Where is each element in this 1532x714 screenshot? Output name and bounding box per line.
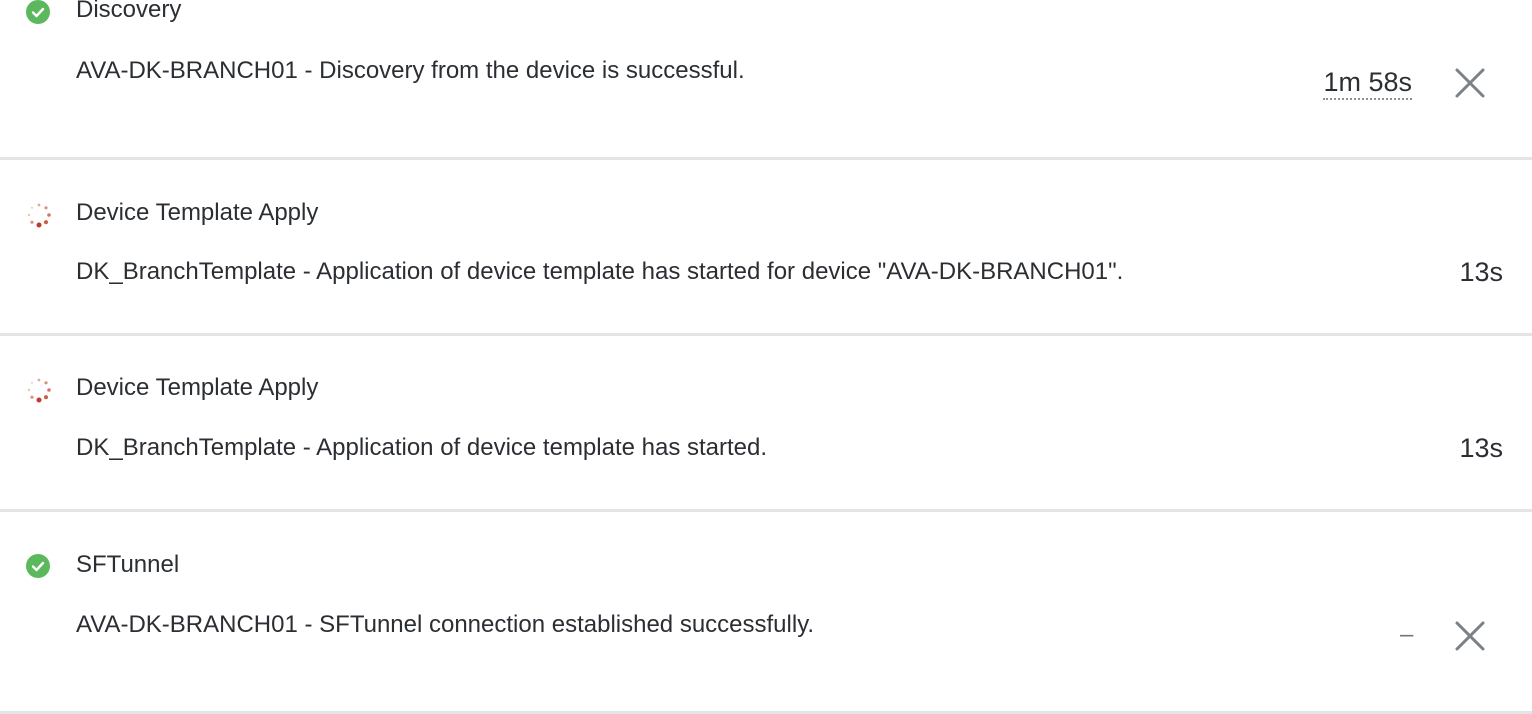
task-duration: –	[1400, 621, 1414, 648]
close-icon	[1452, 65, 1488, 101]
spinner-icon	[26, 377, 51, 403]
task-notification-list: Discovery AVA-DK-BRANCH01 - Discovery fr…	[0, 0, 1532, 714]
task-duration: 13s	[1459, 433, 1503, 463]
task-message: AVA-DK-BRANCH01 - Discovery from the dev…	[76, 57, 745, 84]
task-title: Device Template Apply	[76, 374, 319, 401]
close-button[interactable]	[1452, 65, 1488, 101]
task-duration: 1m 58s	[1323, 67, 1412, 100]
task-title: Discovery	[76, 0, 182, 23]
task-row-sftunnel: SFTunnel AVA-DK-BRANCH01 - SFTunnel conn…	[0, 512, 1532, 711]
close-button[interactable]	[1452, 618, 1488, 654]
task-duration: 13s	[1459, 257, 1503, 287]
task-row-device-template-apply: Device Template Apply DK_BranchTemplate …	[0, 336, 1532, 509]
close-icon	[1452, 618, 1488, 654]
task-title: SFTunnel	[76, 551, 180, 578]
task-row-discovery: Discovery AVA-DK-BRANCH01 - Discovery fr…	[0, 0, 1532, 157]
task-message: DK_BranchTemplate - Application of devic…	[76, 258, 1124, 285]
spinner-icon	[26, 202, 51, 228]
check-circle-icon	[26, 0, 50, 24]
task-message: AVA-DK-BRANCH01 - SFTunnel connection es…	[76, 611, 815, 638]
check-circle-icon	[26, 554, 50, 578]
task-message: DK_BranchTemplate - Application of devic…	[76, 434, 768, 461]
task-row-device-template-apply: Device Template Apply DK_BranchTemplate …	[0, 160, 1532, 333]
task-title: Device Template Apply	[76, 199, 319, 226]
